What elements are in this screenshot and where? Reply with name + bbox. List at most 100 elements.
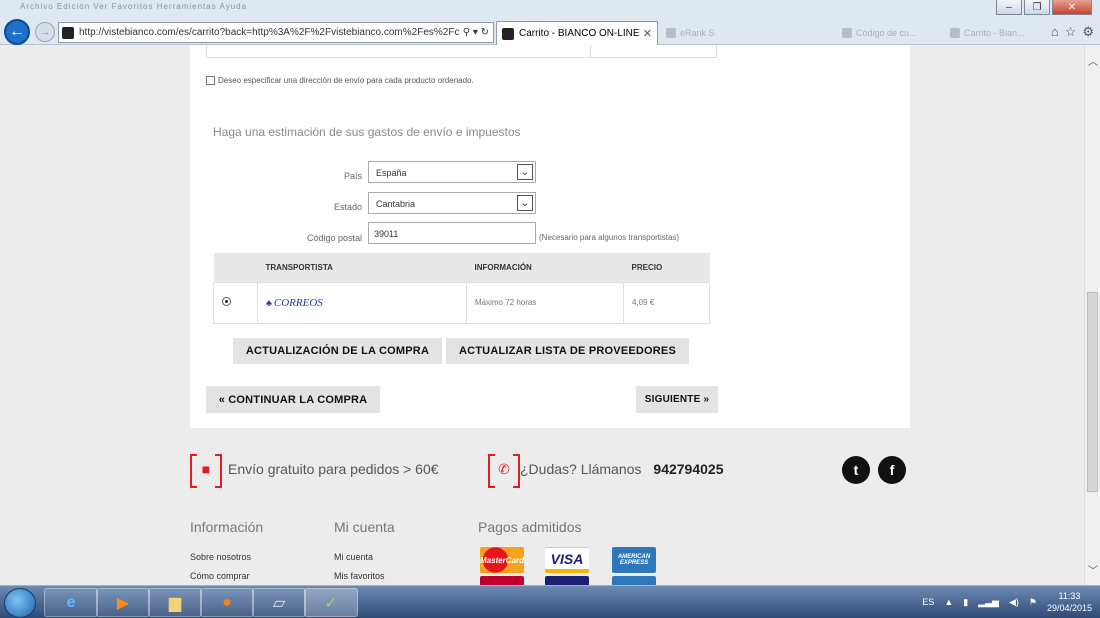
- site-favicon-icon: [62, 26, 74, 39]
- clock[interactable]: 11:33 29/04/2015: [1047, 590, 1092, 614]
- chart-app-icon[interactable]: ✓: [304, 588, 358, 617]
- window-controls: – ❐ ✕: [996, 0, 1092, 15]
- carrier-table: TRANSPORTISTA INFORMACIÓN PRECIO ♣ CORRE…: [213, 253, 710, 324]
- language-indicator[interactable]: ES: [922, 597, 934, 607]
- browser-chrome: Archivo Edición Ver Favoritos Herramient…: [0, 0, 1100, 45]
- taskbar: e ▶ ▆ ● ▱ ✓ ES ▲ ▮ ▂▃▅ ◀) ⚑ 11:33 29/04/…: [0, 585, 1100, 618]
- zip-hint: (Necesario para algunos transportistas): [539, 233, 680, 242]
- card-icon: [612, 576, 656, 585]
- phone-icon: ✆: [488, 454, 520, 488]
- firefox-icon[interactable]: ●: [200, 588, 254, 617]
- footer-link-favorites[interactable]: Mis favoritos: [334, 571, 385, 581]
- state-select[interactable]: Cantabria ⌄: [368, 192, 536, 214]
- state-label: Estado: [333, 202, 362, 212]
- cart-table-bottom: [206, 45, 717, 58]
- footer-heading-info: Información: [190, 519, 264, 535]
- amex-icon: AMERICAN EXPRESS: [612, 547, 656, 573]
- multi-address-label: Deseo especificar una dirección de envío…: [218, 76, 474, 85]
- multi-address-option[interactable]: Deseo especificar una dirección de envío…: [206, 76, 474, 85]
- mastercard-icon: MasterCard: [480, 547, 524, 573]
- update-cart-button[interactable]: ACTUALIZACIÓN DE LA COMPRA: [233, 338, 442, 364]
- country-value: España: [376, 168, 407, 178]
- footer-link-my-account[interactable]: Mi cuenta: [334, 552, 373, 562]
- browser-icons: ⌂ ☆ ⚙: [1051, 24, 1094, 40]
- home-icon[interactable]: ⌂: [1051, 24, 1059, 40]
- signal-icon[interactable]: ▂▃▅: [978, 597, 999, 608]
- menu-bar[interactable]: Archivo Edición Ver Favoritos Herramient…: [20, 2, 247, 11]
- tab-carrito[interactable]: Carrito - BIANCO ON-LINE ✕: [496, 21, 658, 45]
- carrier-radio-cell[interactable]: [213, 281, 258, 324]
- footer-link-about[interactable]: Sobre nosotros: [190, 552, 251, 562]
- site-favicon-icon: [502, 27, 514, 40]
- radio-column-header: [213, 253, 258, 282]
- multi-address-checkbox[interactable]: [206, 76, 215, 85]
- url-text[interactable]: http://vistebianco.com/es/carrito?back=h…: [79, 27, 459, 38]
- post-horn-icon: ♣: [266, 297, 272, 308]
- country-select[interactable]: España ⌄: [368, 161, 536, 183]
- star-icon[interactable]: ☆: [1065, 24, 1077, 40]
- address-tools[interactable]: ⚲ ▾ ↻: [459, 27, 493, 38]
- arrow-left-icon: ←: [9, 23, 25, 40]
- questions-text: ¿Dudas? Llámanos: [520, 461, 642, 477]
- tab-carrito-2[interactable]: Carrito - Bian...: [946, 23, 1034, 43]
- back-button[interactable]: ←: [4, 19, 30, 45]
- free-shipping-text: Envío gratuito para pedidos > 60€: [228, 461, 439, 477]
- chevron-up-icon[interactable]: ︿: [1088, 53, 1098, 68]
- arrow-right-icon: →: [39, 26, 51, 38]
- next-button[interactable]: SIGUIENTE »: [636, 386, 718, 413]
- gear-icon[interactable]: ⚙: [1082, 24, 1094, 40]
- footer-link-how-to-buy[interactable]: Cómo comprar: [190, 571, 250, 581]
- internet-explorer-icon[interactable]: e: [44, 588, 98, 617]
- chevron-down-icon[interactable]: ﹀: [1088, 562, 1098, 577]
- flag-icon[interactable]: ⚑: [1029, 597, 1037, 608]
- tab-label: Carrito - BIANCO ON-LINE: [519, 28, 640, 39]
- correos-logo-text: CORREOS: [273, 296, 323, 309]
- facebook-icon[interactable]: f: [878, 456, 906, 484]
- carrier-radio[interactable]: [222, 297, 231, 306]
- chevron-down-icon: ⌄: [517, 195, 533, 211]
- site-footer: ■ Envío gratuito para pedidos > 60€ ✆ ¿D…: [0, 428, 1084, 585]
- network-icon[interactable]: ▮: [963, 597, 968, 608]
- visa-electron-icon: [545, 576, 589, 585]
- tab-close-icon[interactable]: ✕: [643, 27, 652, 40]
- maestro-icon: [480, 576, 524, 585]
- visa-icon: VISA: [545, 547, 589, 573]
- vertical-scrollbar[interactable]: ︿ ﹀: [1084, 45, 1100, 585]
- media-player-icon[interactable]: ▶: [96, 588, 150, 617]
- info-cell: Máximo 72 horas: [466, 281, 624, 324]
- zip-input[interactable]: 39011: [368, 222, 536, 244]
- carrier-cell: ♣ CORREOS: [257, 281, 467, 324]
- info-header: INFORMACIÓN: [466, 253, 624, 282]
- app-icon[interactable]: ▱: [252, 588, 306, 617]
- tab-erank[interactable]: eRank S: [662, 23, 754, 43]
- footer-heading-payments: Pagos admitidos: [478, 519, 582, 535]
- continue-shopping-button[interactable]: « CONTINUAR LA COMPRA: [206, 386, 380, 413]
- price-cell: 4,09 €: [623, 281, 710, 324]
- forward-button[interactable]: →: [35, 22, 55, 42]
- scroll-thumb[interactable]: [1087, 292, 1098, 492]
- free-shipping-feature: ■ Envío gratuito para pedidos > 60€: [190, 454, 439, 488]
- twitter-icon[interactable]: t: [842, 456, 870, 484]
- volume-icon[interactable]: ◀): [1009, 597, 1019, 608]
- update-carriers-button[interactable]: ACTUALIZAR LISTA DE PROVEEDORES: [446, 338, 689, 364]
- footer-heading-account: Mi cuenta: [334, 519, 395, 535]
- folder-icon[interactable]: ▆: [148, 588, 202, 617]
- phone-number[interactable]: 942794025: [653, 461, 723, 477]
- table-row[interactable]: ♣ CORREOS Máximo 72 horas 4,09 €: [213, 281, 710, 324]
- price-header: PRECIO: [623, 253, 710, 282]
- country-label: País: [343, 171, 362, 181]
- questions-feature: ✆ ¿Dudas? Llámanos 942794025: [488, 454, 723, 488]
- cart-panel: Deseo especificar una dirección de envío…: [190, 45, 910, 428]
- minimize-button[interactable]: –: [996, 0, 1022, 15]
- start-button[interactable]: [4, 588, 36, 618]
- restore-button[interactable]: ❐: [1024, 0, 1050, 15]
- tab-codigo[interactable]: Código de cu...: [838, 23, 938, 43]
- system-tray: ES ▲ ▮ ▂▃▅ ◀) ⚑ 11:33 29/04/2015: [922, 590, 1092, 614]
- close-button[interactable]: ✕: [1052, 0, 1092, 15]
- chevron-down-icon: ⌄: [517, 164, 533, 180]
- tray-expand-icon[interactable]: ▲: [944, 597, 953, 607]
- zip-label: Código postal: [306, 233, 362, 243]
- truck-icon: ■: [190, 454, 222, 488]
- address-bar[interactable]: http://vistebianco.com/es/carrito?back=h…: [58, 22, 494, 43]
- clock-time: 11:33: [1058, 591, 1081, 601]
